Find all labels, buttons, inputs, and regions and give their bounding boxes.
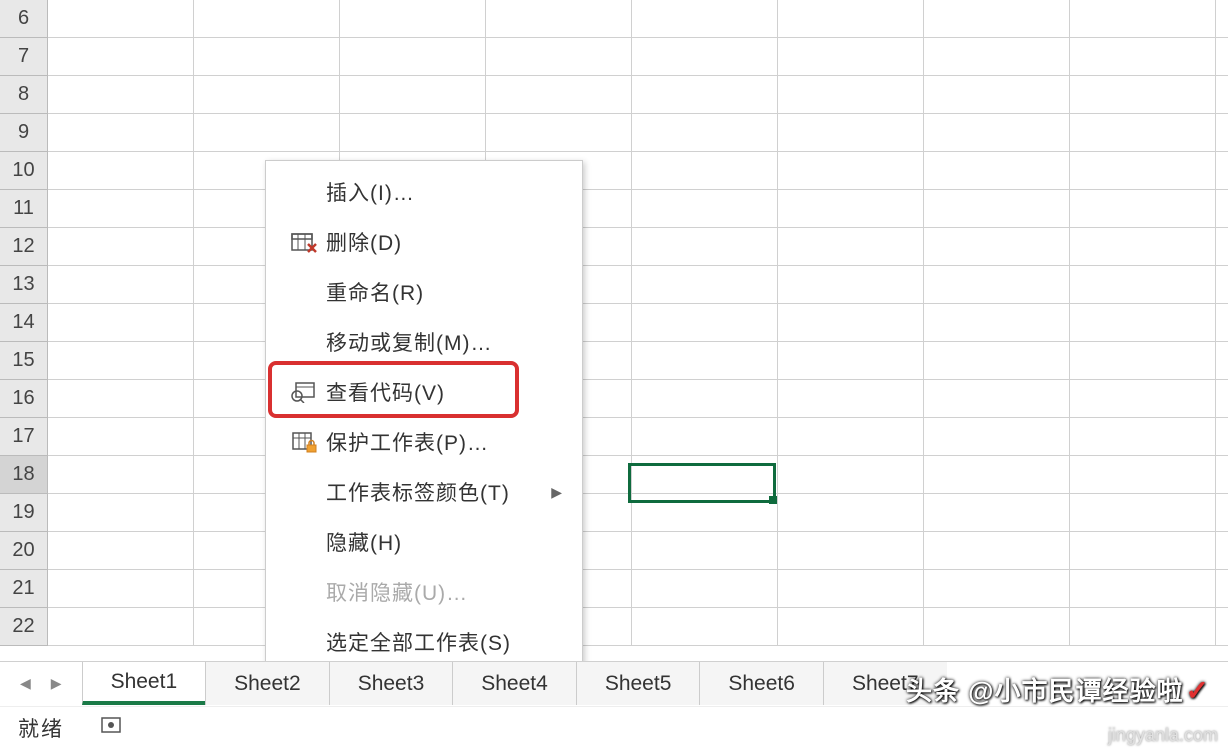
sheet-tab[interactable]: Sheet2 — [205, 662, 329, 705]
view-code-icon — [282, 381, 326, 403]
menu-label: 删除(D) — [326, 227, 566, 257]
sheet-tab[interactable]: Sheet1 — [82, 662, 206, 705]
row-header[interactable]: 11 — [0, 190, 48, 228]
sheet-nav-arrows: ◀ ▶ — [0, 662, 82, 705]
menu-unhide: 取消隐藏(U)… — [266, 567, 582, 617]
menu-label: 取消隐藏(U)… — [326, 577, 566, 607]
menu-view-code[interactable]: 查看代码(V) — [266, 367, 582, 417]
menu-move-copy[interactable]: 移动或复制(M)… — [266, 317, 582, 367]
grid-cells[interactable] — [48, 0, 1228, 646]
row-header[interactable]: 14 — [0, 304, 48, 342]
row-header[interactable]: 18 — [0, 456, 48, 494]
protect-sheet-icon — [282, 431, 326, 453]
menu-label: 工作表标签颜色(T) — [326, 477, 551, 507]
row-header[interactable]: 9 — [0, 114, 48, 152]
spreadsheet-grid: 6 7 8 9 10 11 12 13 14 15 16 17 18 19 20… — [0, 0, 1228, 661]
sheet-nav-next-icon[interactable]: ▶ — [51, 675, 62, 692]
status-text: 就绪 — [18, 713, 64, 743]
row-header[interactable]: 17 — [0, 418, 48, 456]
menu-tab-color[interactable]: 工作表标签颜色(T) ▶ — [266, 467, 582, 517]
menu-label: 选定全部工作表(S) — [326, 627, 566, 657]
menu-label: 重命名(R) — [326, 277, 566, 307]
status-bar: 就绪 — [0, 706, 1228, 748]
sheet-tab[interactable]: Sheet5 — [576, 662, 700, 705]
row-header[interactable]: 20 — [0, 532, 48, 570]
row-header[interactable]: 22 — [0, 608, 48, 646]
sheet-nav-prev-icon[interactable]: ◀ — [20, 675, 31, 692]
watermark-url: jingyanla.com — [1108, 725, 1218, 746]
menu-label: 移动或复制(M)… — [326, 327, 566, 357]
menu-label: 插入(I)… — [326, 177, 566, 207]
menu-insert[interactable]: 插入(I)… — [266, 167, 582, 217]
submenu-arrow-icon: ▶ — [551, 484, 562, 501]
row-header[interactable]: 15 — [0, 342, 48, 380]
row-header[interactable]: 8 — [0, 76, 48, 114]
row-header[interactable]: 6 — [0, 0, 48, 38]
menu-delete[interactable]: 删除(D) — [266, 217, 582, 267]
menu-rename[interactable]: 重命名(R) — [266, 267, 582, 317]
menu-protect-sheet[interactable]: 保护工作表(P)… — [266, 417, 582, 467]
row-header[interactable]: 13 — [0, 266, 48, 304]
macro-record-icon[interactable] — [100, 714, 124, 741]
check-icon: ✓ — [1186, 675, 1210, 706]
menu-label: 隐藏(H) — [326, 527, 566, 557]
row-header[interactable]: 12 — [0, 228, 48, 266]
menu-label: 查看代码(V) — [326, 377, 566, 407]
row-header[interactable]: 21 — [0, 570, 48, 608]
sheet-tab[interactable]: Sheet4 — [452, 662, 576, 705]
sheet-tab[interactable]: Sheet6 — [699, 662, 823, 705]
row-header[interactable]: 7 — [0, 38, 48, 76]
menu-label: 保护工作表(P)… — [326, 427, 566, 457]
row-header[interactable]: 10 — [0, 152, 48, 190]
watermark-text: 头条 @小市民谭经验啦✓ — [906, 671, 1210, 708]
menu-hide[interactable]: 隐藏(H) — [266, 517, 582, 567]
row-header[interactable]: 16 — [0, 380, 48, 418]
row-header[interactable]: 19 — [0, 494, 48, 532]
selected-cell[interactable] — [628, 463, 776, 503]
row-headers: 6 7 8 9 10 11 12 13 14 15 16 17 18 19 20… — [0, 0, 48, 646]
sheet-tab[interactable]: Sheet3 — [329, 662, 453, 705]
delete-sheet-icon — [282, 231, 326, 253]
sheet-context-menu: 插入(I)… 删除(D) 重命名(R) 移动或复制(M)… 查看代码(V) 保护… — [265, 160, 583, 674]
menu-select-all-sheets[interactable]: 选定全部工作表(S) — [266, 617, 582, 667]
